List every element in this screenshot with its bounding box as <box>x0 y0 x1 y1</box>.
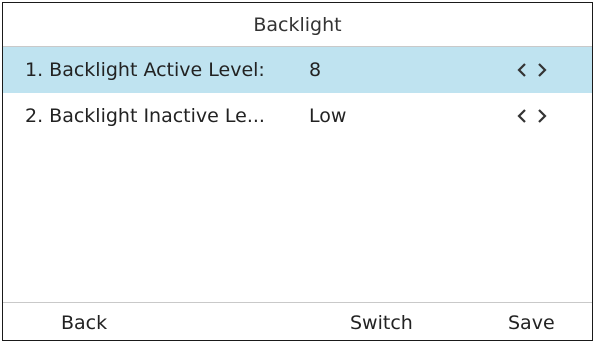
chevron-left-icon[interactable] <box>516 62 528 78</box>
menu-item-value: Low <box>309 105 347 127</box>
switch-button[interactable]: Switch <box>350 303 413 340</box>
menu-item-backlight-inactive-level[interactable]: 2. Backlight Inactive Le... Low <box>3 93 592 139</box>
chevron-right-icon[interactable] <box>536 108 548 124</box>
chevron-right-icon[interactable] <box>536 62 548 78</box>
save-button[interactable]: Save <box>508 303 555 340</box>
back-button[interactable]: Back <box>61 303 107 340</box>
softkey-bar: Back Switch Save <box>3 302 592 340</box>
menu-item-label: 2. Backlight Inactive Le... <box>25 105 265 127</box>
value-selector[interactable] <box>516 47 548 93</box>
chevron-left-icon[interactable] <box>516 108 528 124</box>
page-title: Backlight <box>3 3 592 47</box>
menu-item-label: 1. Backlight Active Level: <box>25 59 265 81</box>
menu-item-value: 8 <box>309 59 322 81</box>
phone-screen: Backlight 1. Backlight Active Level: 8 2… <box>2 2 593 341</box>
value-selector[interactable] <box>516 93 548 139</box>
menu-item-backlight-active-level[interactable]: 1. Backlight Active Level: 8 <box>3 47 592 93</box>
